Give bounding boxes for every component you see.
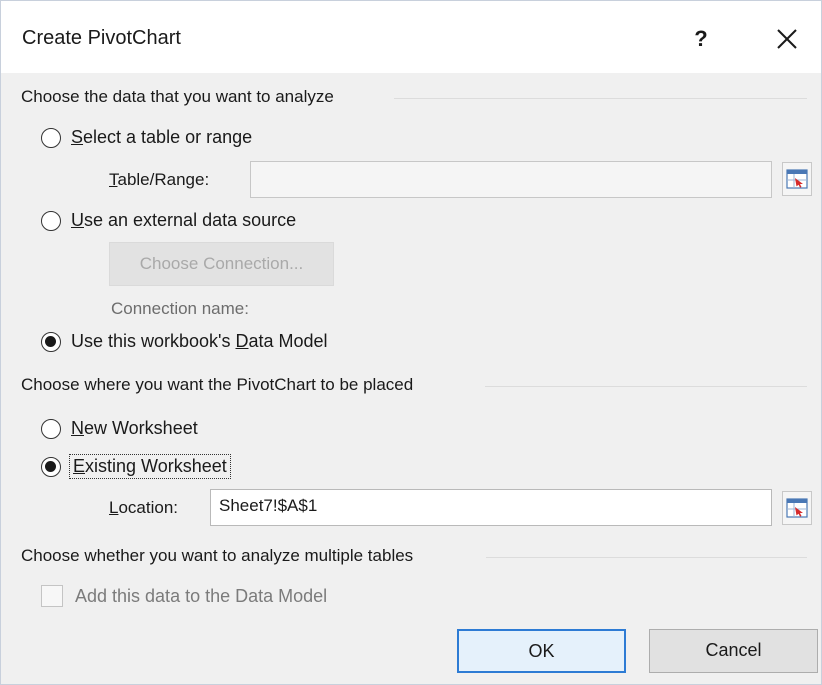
radio-button[interactable] (41, 210, 61, 231)
radio-label: Select a table or range (71, 127, 253, 147)
location-input[interactable]: Sheet7!$A$1 (210, 489, 772, 526)
location-label: Location: (109, 498, 179, 517)
help-button[interactable]: ? (683, 21, 719, 57)
group-divider (486, 557, 807, 558)
add-to-data-model-label: Add this data to the Data Model (75, 585, 328, 606)
dialog-title: Create PivotChart (22, 27, 181, 49)
radio-external-source[interactable]: Use an external data source (41, 210, 296, 231)
radio-button[interactable] (41, 127, 61, 148)
radio-label: New Worksheet (71, 418, 198, 438)
group-divider (394, 98, 807, 99)
close-button[interactable] (766, 21, 808, 57)
location-collapse-button[interactable] (782, 491, 812, 525)
data-section-label: Choose the data that you want to analyze (21, 87, 334, 106)
add-to-data-model-checkbox[interactable] (41, 585, 63, 607)
close-icon (777, 29, 797, 49)
cancel-button[interactable]: Cancel (649, 629, 818, 673)
radio-button[interactable] (41, 418, 61, 439)
radio-existing-worksheet[interactable]: Existing Worksheet (41, 454, 231, 479)
radio-button-selected[interactable] (41, 456, 61, 477)
radio-label: Existing Worksheet (69, 454, 231, 479)
add-to-data-model-checkbox-row[interactable]: Add this data to the Data Model (41, 585, 327, 607)
choose-connection-button[interactable]: Choose Connection... (109, 242, 334, 286)
radio-button-selected[interactable] (41, 331, 61, 352)
radio-label: Use an external data source (71, 210, 297, 230)
placement-section-label: Choose where you want the PivotChart to … (21, 375, 414, 394)
multiple-tables-section-label: Choose whether you want to analyze multi… (21, 546, 414, 565)
title-bar: Create PivotChart ? (1, 1, 821, 73)
group-divider (485, 386, 807, 387)
table-range-collapse-button[interactable] (782, 162, 812, 196)
connection-name-label: Connection name: (111, 299, 249, 318)
radio-data-model[interactable]: Use this workbook's Data Model (41, 331, 328, 352)
radio-label: Use this workbook's Data Model (71, 331, 328, 351)
table-range-input[interactable] (250, 161, 772, 198)
ok-button[interactable]: OK (457, 629, 626, 673)
table-range-label: Table/Range: (109, 170, 210, 189)
radio-new-worksheet[interactable]: New Worksheet (41, 418, 198, 439)
range-selector-icon (786, 498, 808, 518)
range-selector-icon (786, 169, 808, 189)
radio-select-table[interactable]: Select a table or range (41, 127, 252, 148)
create-pivotchart-dialog: Create PivotChart ? Choose the data that… (0, 0, 822, 685)
